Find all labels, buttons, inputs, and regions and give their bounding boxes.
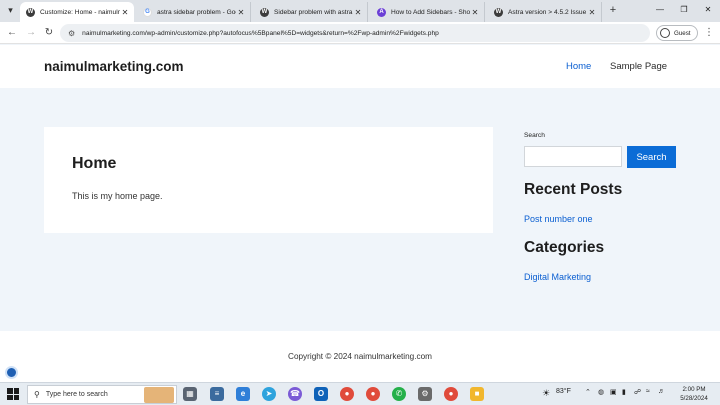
telegram-icon[interactable]: ➤ bbox=[262, 387, 276, 401]
volume-icon[interactable]: ♬ bbox=[658, 388, 665, 395]
categories-title: Categories bbox=[524, 239, 605, 256]
chrome-icon[interactable]: ● bbox=[340, 387, 354, 401]
content-card: Home This is my home page. bbox=[44, 127, 493, 233]
browser-toolbar: ← → ↻ ⚙ naimulmarketing.com/wp-admin/cus… bbox=[0, 22, 720, 44]
site-footer: Copyright © 2024 naimulmarketing.com bbox=[0, 331, 720, 382]
search-button[interactable]: Search bbox=[627, 146, 676, 168]
calculator-icon[interactable]: ≡ bbox=[210, 387, 224, 401]
site-header: naimulmarketing.com Home Sample Page bbox=[0, 45, 720, 88]
reload-icon[interactable]: ↻ bbox=[41, 25, 57, 41]
nav-home-link[interactable]: Home bbox=[566, 61, 591, 72]
copyright-text: Copyright © 2024 naimulmarketing.com bbox=[288, 352, 432, 361]
tab-astra-version-issue[interactable]: W Astra version > 4.5.2 Issue w ✕ bbox=[488, 2, 602, 22]
search-input[interactable] bbox=[524, 146, 622, 167]
astra-icon: A bbox=[377, 7, 386, 17]
page-body-text: This is my home page. bbox=[72, 191, 163, 201]
site-title[interactable]: naimulmarketing.com bbox=[44, 59, 184, 74]
taskbar-search-box[interactable]: ⚲ Type here to search bbox=[27, 385, 177, 404]
page-title: Home bbox=[72, 155, 117, 172]
recent-posts-title: Recent Posts bbox=[524, 181, 623, 198]
close-window-icon[interactable]: ✕ bbox=[698, 2, 718, 18]
weather-icon[interactable]: ☀ bbox=[542, 388, 550, 399]
wifi-icon[interactable]: ≈ bbox=[646, 388, 650, 395]
profile-avatar-icon bbox=[660, 28, 670, 38]
weather-temp[interactable]: 83°F bbox=[556, 388, 571, 395]
nav-sample-page-link[interactable]: Sample Page bbox=[610, 61, 667, 72]
tab-search-chevron-icon[interactable]: ▾ bbox=[3, 3, 18, 18]
tab-close-icon[interactable]: ✕ bbox=[236, 8, 246, 17]
tab-how-to-add-sidebars[interactable]: A How to Add Sidebars - Sho ✕ bbox=[371, 2, 485, 22]
tray-app-icon[interactable]: ◍ bbox=[598, 388, 604, 396]
category-link[interactable]: Digital Marketing bbox=[524, 272, 591, 282]
tab-customize-home[interactable]: W Customize: Home - naimulm ✕ bbox=[20, 2, 134, 22]
tray-device-icon[interactable]: ▣ bbox=[610, 388, 617, 396]
back-arrow-icon[interactable]: ← bbox=[4, 25, 20, 41]
new-tab-plus-icon[interactable]: + bbox=[606, 3, 620, 18]
google-icon: G bbox=[143, 7, 152, 17]
tab-sidebar-problem-astra[interactable]: W Sidebar problem with astra ✕ bbox=[254, 2, 368, 22]
clock-time: 2:00 PM bbox=[682, 386, 706, 393]
recent-post-link[interactable]: Post number one bbox=[524, 214, 593, 224]
tab-close-icon[interactable]: ✕ bbox=[353, 8, 363, 17]
minimize-icon[interactable]: — bbox=[650, 2, 670, 18]
whatsapp-icon[interactable]: ✆ bbox=[392, 387, 406, 401]
settings-gear-icon[interactable]: ⚙ bbox=[418, 387, 432, 401]
tab-close-icon[interactable]: ✕ bbox=[587, 8, 597, 17]
outlook-icon[interactable]: O bbox=[314, 387, 328, 401]
edge-icon[interactable]: e bbox=[236, 387, 250, 401]
profile-label: Guest bbox=[674, 29, 691, 37]
forward-arrow-icon[interactable]: → bbox=[23, 25, 39, 41]
taskbar-clock[interactable]: 2:00 PM 5/28/2024 bbox=[672, 385, 716, 403]
tray-network-icon[interactable]: ☍ bbox=[634, 388, 641, 396]
tab-close-icon[interactable]: ✕ bbox=[470, 8, 480, 17]
wordpress-icon: W bbox=[26, 7, 35, 17]
search-highlight-image bbox=[144, 387, 174, 403]
browser-menu-icon[interactable]: ⋮ bbox=[704, 25, 714, 41]
chrome-active-icon[interactable]: ● bbox=[444, 387, 458, 401]
wordpress-icon: W bbox=[494, 7, 503, 17]
address-url[interactable]: naimulmarketing.com/wp-admin/customize.p… bbox=[82, 30, 439, 37]
taskbar-search-placeholder: Type here to search bbox=[45, 391, 108, 398]
tab-close-icon[interactable]: ✕ bbox=[120, 8, 130, 17]
customizer-shortcut-icon[interactable] bbox=[5, 366, 18, 379]
task-view-icon[interactable]: ▦ bbox=[183, 387, 197, 401]
address-bar[interactable]: ⚙ naimulmarketing.com/wp-admin/customize… bbox=[60, 24, 650, 42]
battery-icon[interactable]: ▮ bbox=[622, 388, 626, 396]
browser-tab-strip: ▾ W Customize: Home - naimulm ✕ G astra … bbox=[0, 0, 720, 22]
tray-chevron-up-icon[interactable]: ⌃ bbox=[585, 388, 591, 396]
viber-icon[interactable]: ☎ bbox=[288, 387, 302, 401]
search-label: Search bbox=[524, 132, 545, 139]
profile-guest-button[interactable]: Guest bbox=[656, 25, 698, 41]
tab-astra-sidebar-problem[interactable]: G astra sidebar problem - Goo ✕ bbox=[137, 2, 251, 22]
file-explorer-icon[interactable]: ■ bbox=[470, 387, 484, 401]
chrome-profile-icon[interactable]: ● bbox=[366, 387, 380, 401]
site-info-icon[interactable]: ⚙ bbox=[68, 29, 75, 38]
wordpress-icon: W bbox=[260, 7, 269, 17]
clock-date: 5/28/2024 bbox=[680, 395, 708, 402]
windows-taskbar: ⚲ Type here to search ▦ ≡ e ➤ ☎ O ● ● ✆ … bbox=[0, 382, 720, 405]
windows-start-icon[interactable] bbox=[7, 388, 19, 400]
search-icon: ⚲ bbox=[34, 390, 40, 399]
restore-window-icon[interactable]: ❐ bbox=[674, 2, 694, 18]
